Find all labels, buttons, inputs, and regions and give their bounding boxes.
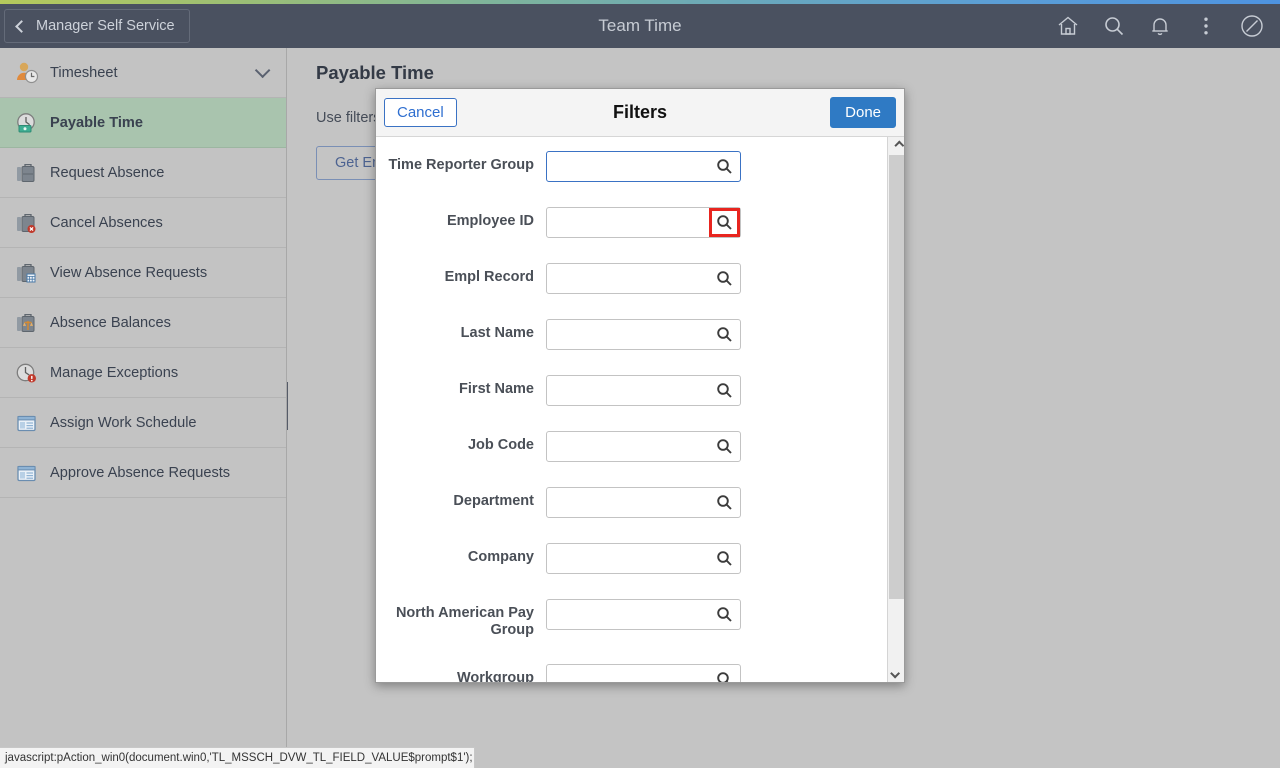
lookup-search-icon[interactable] <box>709 208 740 237</box>
sidebar-item-label: Assign Work Schedule <box>50 414 197 431</box>
clock-alert-icon <box>12 360 42 386</box>
filter-field-input-wrap <box>546 487 741 518</box>
filter-field-label: Company <box>467 549 534 565</box>
lookup-search-icon[interactable] <box>711 546 738 571</box>
filter-field-row: Empl Record <box>376 263 904 294</box>
filters-modal: Cancel Filters Done Time Reporter Group E… <box>375 88 905 683</box>
sidebar-nav: Timesheet Payable Time Request Absence C… <box>0 48 287 768</box>
filter-field-row: Last Name <box>376 319 904 350</box>
filter-field-row: Workgroup <box>376 664 904 682</box>
filter-field-row: North American Pay Group <box>376 599 904 639</box>
scroll-up-arrow-icon[interactable] <box>888 137 904 154</box>
filter-field-label: Last Name <box>460 325 534 341</box>
header-icon-group <box>1048 6 1272 46</box>
sidebar-item-label: Payable Time <box>50 114 144 131</box>
briefcase-icon <box>12 160 42 186</box>
app-header: Manager Self Service Team Time <box>0 4 1280 48</box>
sidebar-item-label: Absence Balances <box>50 314 171 331</box>
filter-field-row: Company <box>376 543 904 574</box>
filter-field-input-wrap <box>546 375 741 406</box>
sidebar-empty-space <box>0 498 286 744</box>
filter-field-row: Department <box>376 487 904 518</box>
sidebar-item-label: Timesheet <box>50 64 118 81</box>
filter-field-input-wrap <box>546 207 741 238</box>
lookup-search-icon[interactable] <box>711 602 738 627</box>
filter-field-label: First Name <box>459 381 534 397</box>
filter-field-input-wrap <box>546 599 741 630</box>
modal-body: Time Reporter Group Employee ID Empl Recor… <box>376 137 904 682</box>
sidebar-item-manage-exceptions[interactable]: Manage Exceptions <box>0 348 286 398</box>
back-button-label: Manager Self Service <box>36 18 175 34</box>
modal-header: Cancel Filters Done <box>376 89 904 137</box>
sidebar-item-timesheet[interactable]: Timesheet <box>0 48 286 98</box>
navbar-compass-icon[interactable] <box>1232 6 1272 46</box>
browser-status-bar: javascript:pAction_win0(document.win0,'T… <box>0 747 475 768</box>
search-icon[interactable] <box>1094 6 1134 46</box>
home-icon[interactable] <box>1048 6 1088 46</box>
briefcase-calendar-icon <box>12 260 42 286</box>
done-button[interactable]: Done <box>830 97 896 128</box>
filter-field-input-wrap <box>546 319 741 350</box>
filter-field-label: Job Code <box>467 437 534 453</box>
sidebar-item-approve-absence-requests[interactable]: Approve Absence Requests <box>0 448 286 498</box>
sidebar-item-cancel-absences[interactable]: Cancel Absences <box>0 198 286 248</box>
sidebar-item-absence-balances[interactable]: Absence Balances <box>0 298 286 348</box>
filter-field-label: Department <box>453 493 534 509</box>
filter-field-input-wrap <box>546 664 741 682</box>
lookup-search-icon[interactable] <box>711 154 738 179</box>
filter-field-row: Employee ID <box>376 207 904 238</box>
actions-menu-icon[interactable] <box>1186 6 1226 46</box>
filter-field-input-wrap <box>546 151 741 182</box>
filter-field-label: Time Reporter Group <box>388 157 534 173</box>
sidebar-item-assign-work-schedule[interactable]: Assign Work Schedule <box>0 398 286 448</box>
briefcase-cancel-icon <box>12 210 42 236</box>
payable-time-clock-money-icon <box>12 110 42 136</box>
cancel-button[interactable]: Cancel <box>384 98 457 127</box>
filter-field-label: North American Pay Group <box>395 605 534 638</box>
scroll-down-arrow-icon[interactable] <box>888 665 904 682</box>
filter-fields-list: Time Reporter Group Employee ID Empl Recor… <box>376 137 904 682</box>
filter-field-input-wrap <box>546 431 741 462</box>
lookup-search-icon[interactable] <box>711 434 738 459</box>
window-panel-icon <box>12 460 42 486</box>
scrollbar-thumb[interactable] <box>889 155 904 599</box>
lookup-search-icon[interactable] <box>711 266 738 291</box>
sidebar-item-label: Request Absence <box>50 164 165 181</box>
notifications-bell-icon[interactable] <box>1140 6 1180 46</box>
filter-field-row: First Name <box>376 375 904 406</box>
timesheet-person-clock-icon <box>12 60 42 86</box>
sidebar-item-label: View Absence Requests <box>50 264 208 281</box>
app-root: Manager Self Service Team Time Timesheet… <box>0 0 1280 768</box>
lookup-search-icon[interactable] <box>711 322 738 347</box>
filter-field-label: Workgroup <box>456 670 534 682</box>
sidebar-item-view-absence-requests[interactable]: View Absence Requests <box>0 248 286 298</box>
sidebar-item-payable-time[interactable]: Payable Time <box>0 98 286 148</box>
sidebar-item-label: Cancel Absences <box>50 214 163 231</box>
chevron-down-icon[interactable] <box>254 62 271 79</box>
sidebar-item-label: Approve Absence Requests <box>50 464 231 481</box>
modal-scrollbar[interactable] <box>887 137 904 682</box>
chevron-left-icon <box>15 19 28 33</box>
filter-field-row: Job Code <box>376 431 904 462</box>
sidebar-item-label: Manage Exceptions <box>50 364 179 381</box>
briefcase-balance-icon <box>12 310 42 336</box>
lookup-search-icon[interactable] <box>711 490 738 515</box>
filter-field-label: Employee ID <box>446 213 534 229</box>
sidebar-item-request-absence[interactable]: Request Absence <box>0 148 286 198</box>
filter-field-input-wrap <box>546 263 741 294</box>
filter-field-label: Empl Record <box>444 269 534 285</box>
filter-field-row: Time Reporter Group <box>376 151 904 182</box>
back-to-manager-self-service-button[interactable]: Manager Self Service <box>4 9 190 43</box>
lookup-search-icon[interactable] <box>711 667 738 682</box>
window-panel-icon <box>12 410 42 436</box>
filter-field-input-wrap <box>546 543 741 574</box>
lookup-search-icon[interactable] <box>711 378 738 403</box>
page-title: Payable Time <box>316 62 434 83</box>
